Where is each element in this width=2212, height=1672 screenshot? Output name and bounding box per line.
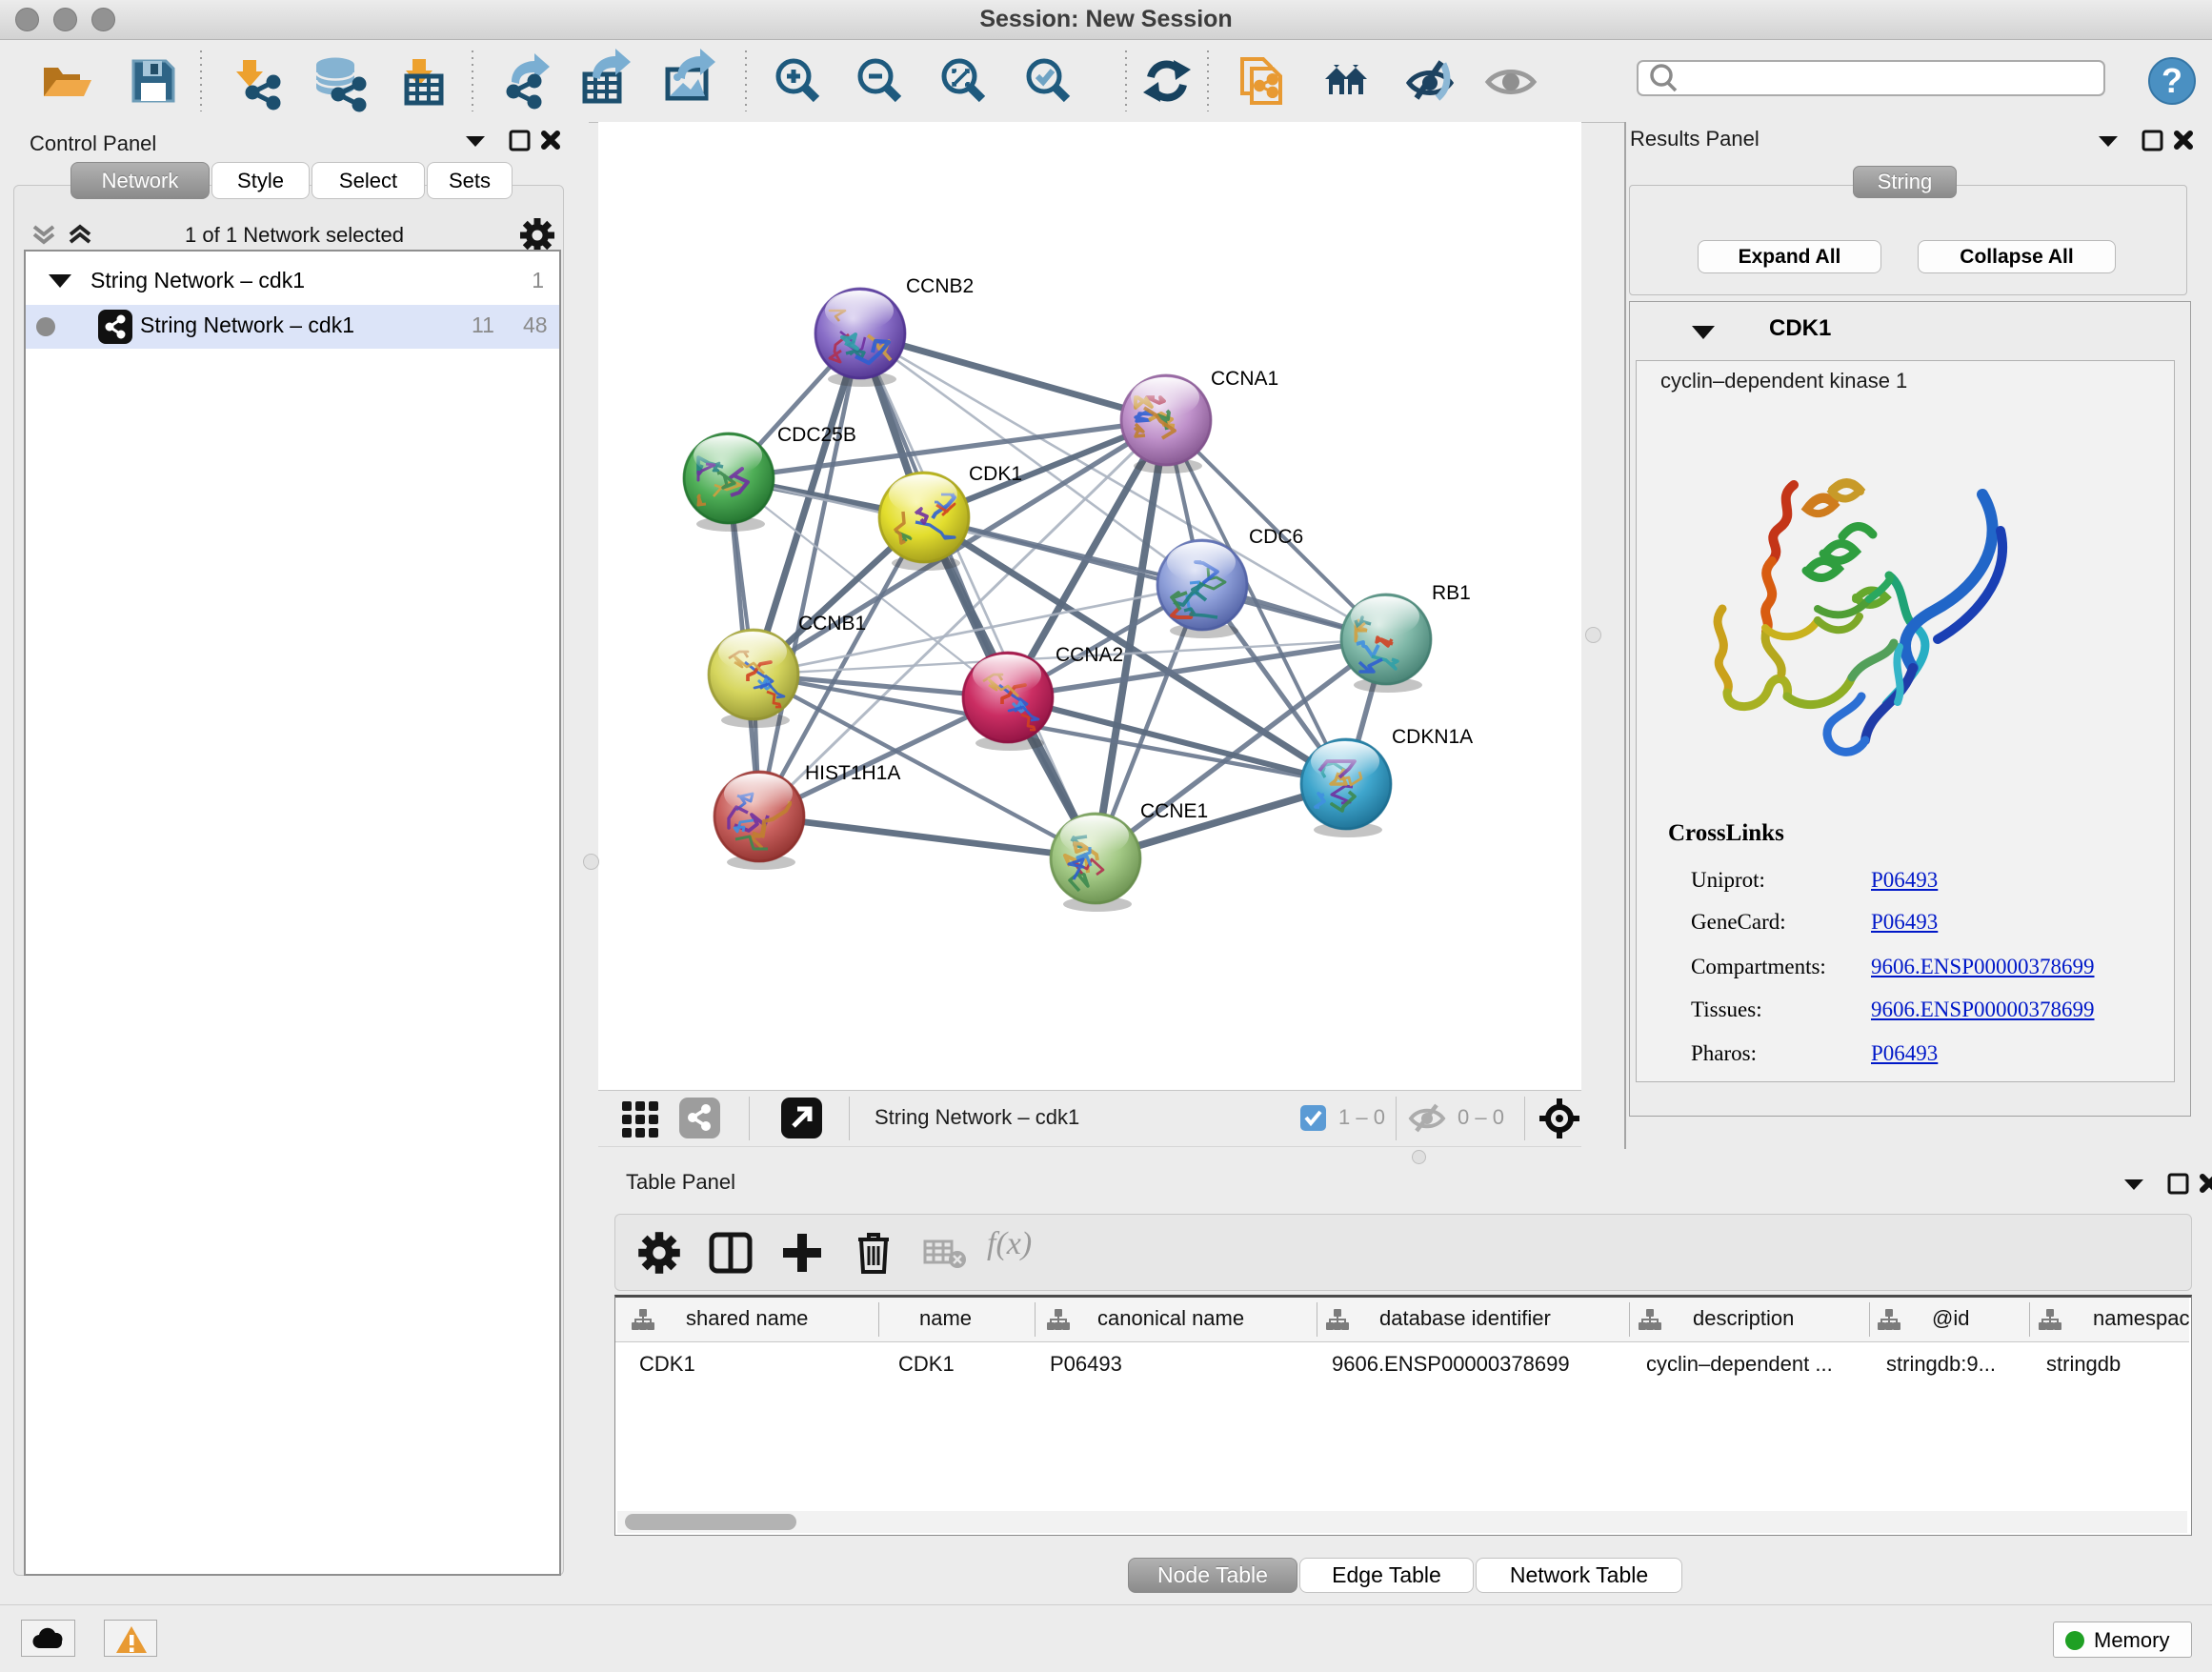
svg-text:CDKN1A: CDKN1A: [1392, 726, 1473, 748]
svg-text:CDC6: CDC6: [1249, 526, 1303, 548]
svg-text:CCNB1: CCNB1: [798, 613, 866, 635]
svg-text:CCNE1: CCNE1: [1140, 800, 1208, 822]
svg-text:CDK1: CDK1: [969, 463, 1022, 485]
svg-text:CCNA1: CCNA1: [1211, 368, 1278, 390]
svg-text:HIST1H1A: HIST1H1A: [805, 762, 900, 784]
svg-text:?: ?: [2162, 61, 2182, 100]
svg-text:CCNA2: CCNA2: [1056, 644, 1123, 666]
svg-text:RB1: RB1: [1432, 582, 1471, 604]
svg-text:CDC25B: CDC25B: [777, 424, 856, 446]
svg-text:CCNB2: CCNB2: [906, 275, 974, 297]
